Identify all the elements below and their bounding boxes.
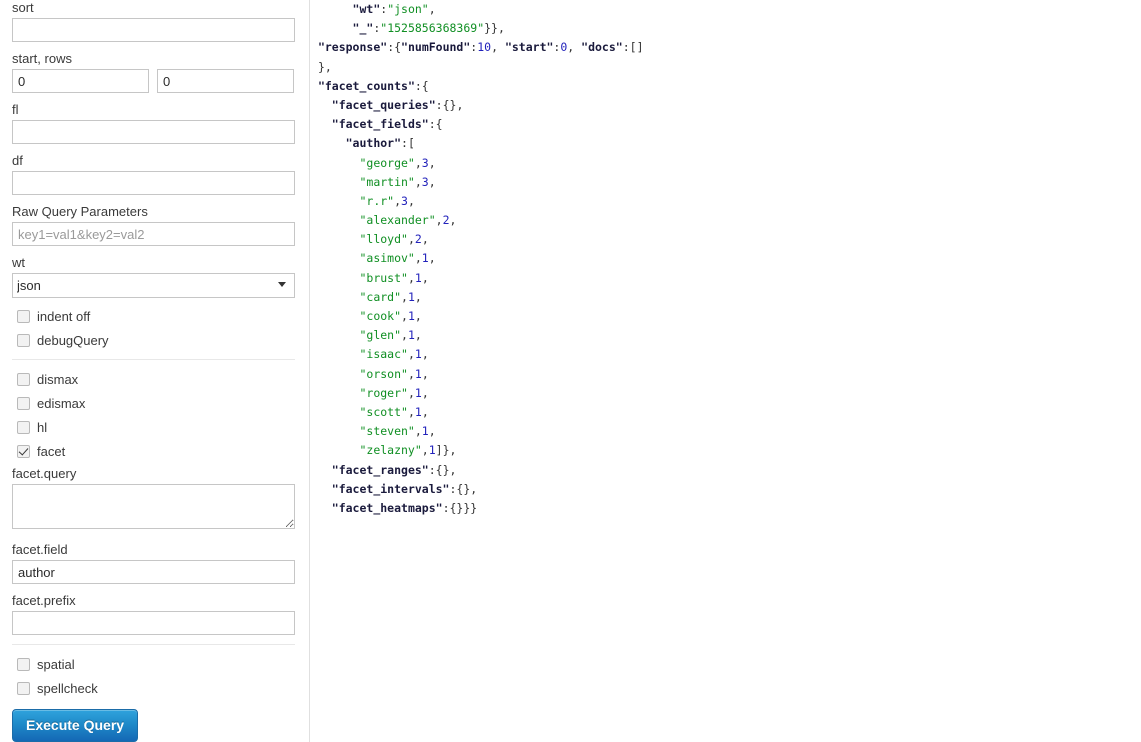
edismax-label: edismax <box>37 396 86 411</box>
start-input[interactable] <box>12 69 149 93</box>
checkbox-row-debug-query[interactable]: debugQuery <box>12 331 295 350</box>
wt-label: wt <box>12 255 25 270</box>
field-facet-query: facet.query <box>12 466 295 532</box>
start-rows-row <box>12 69 295 93</box>
field-facet-field: facet.field <box>12 542 295 584</box>
checkbox-row-edismax[interactable]: edismax <box>12 394 295 413</box>
spellcheck-label: spellcheck <box>37 681 98 696</box>
divider-extra <box>12 644 295 645</box>
raw-query-parameters-input[interactable] <box>12 222 295 246</box>
facet-checkbox[interactable] <box>17 445 30 458</box>
facet-query-input[interactable] <box>12 484 295 529</box>
start-rows-label: start, rows <box>12 51 72 66</box>
indent-off-checkbox[interactable] <box>17 310 30 323</box>
field-facet-prefix: facet.prefix <box>12 593 295 635</box>
fl-input[interactable] <box>12 120 295 144</box>
checkbox-row-indent-off[interactable]: indent off <box>12 307 295 326</box>
wt-select-wrap: json <box>12 273 295 298</box>
hl-label: hl <box>37 420 48 435</box>
facet-field-input[interactable] <box>12 560 295 584</box>
field-start-rows: start, rows <box>12 51 295 93</box>
facet-field-label: facet.field <box>12 542 68 557</box>
debug-query-label: debugQuery <box>37 333 109 348</box>
field-fl: fl <box>12 102 295 144</box>
wt-select[interactable]: json <box>12 273 295 298</box>
rows-input[interactable] <box>157 69 294 93</box>
checkbox-row-spellcheck[interactable]: spellcheck <box>12 679 295 698</box>
facet-query-label: facet.query <box>12 466 77 481</box>
checkbox-row-facet[interactable]: facet <box>12 442 295 461</box>
raw-query-parameters-label: Raw Query Parameters <box>12 204 148 219</box>
dismax-label: dismax <box>37 372 79 387</box>
df-label: df <box>12 153 23 168</box>
df-input[interactable] <box>12 171 295 195</box>
sort-label: sort <box>12 0 34 15</box>
spatial-label: spatial <box>37 657 75 672</box>
response-pane: "wt":"json", "_":"1525856368369"}}, "res… <box>311 0 1141 742</box>
sort-input[interactable] <box>12 18 295 42</box>
checkbox-row-spatial[interactable]: spatial <box>12 655 295 674</box>
checkbox-row-hl[interactable]: hl <box>12 418 295 437</box>
json-response-output: "wt":"json", "_":"1525856368369"}}, "res… <box>317 2 644 515</box>
hl-checkbox[interactable] <box>17 421 30 434</box>
fl-label: fl <box>12 102 19 117</box>
facet-prefix-label: facet.prefix <box>12 593 76 608</box>
field-df: df <box>12 153 295 195</box>
field-sort: sort <box>12 0 295 42</box>
indent-off-label: indent off <box>37 309 91 324</box>
field-wt: wt json <box>12 255 295 298</box>
spellcheck-checkbox[interactable] <box>17 682 30 695</box>
facet-prefix-input[interactable] <box>12 611 295 635</box>
field-raw-query-parameters: Raw Query Parameters <box>12 204 295 246</box>
edismax-checkbox[interactable] <box>17 397 30 410</box>
debug-query-checkbox[interactable] <box>17 334 30 347</box>
execute-query-button[interactable]: Execute Query <box>12 709 139 742</box>
divider-parsers <box>12 359 295 360</box>
dismax-checkbox[interactable] <box>17 373 30 386</box>
spatial-checkbox[interactable] <box>17 658 30 671</box>
facet-label: facet <box>37 444 66 459</box>
checkbox-row-dismax[interactable]: dismax <box>12 370 295 389</box>
query-form-panel: sort start, rows fl df Raw Query Paramet… <box>0 0 310 742</box>
